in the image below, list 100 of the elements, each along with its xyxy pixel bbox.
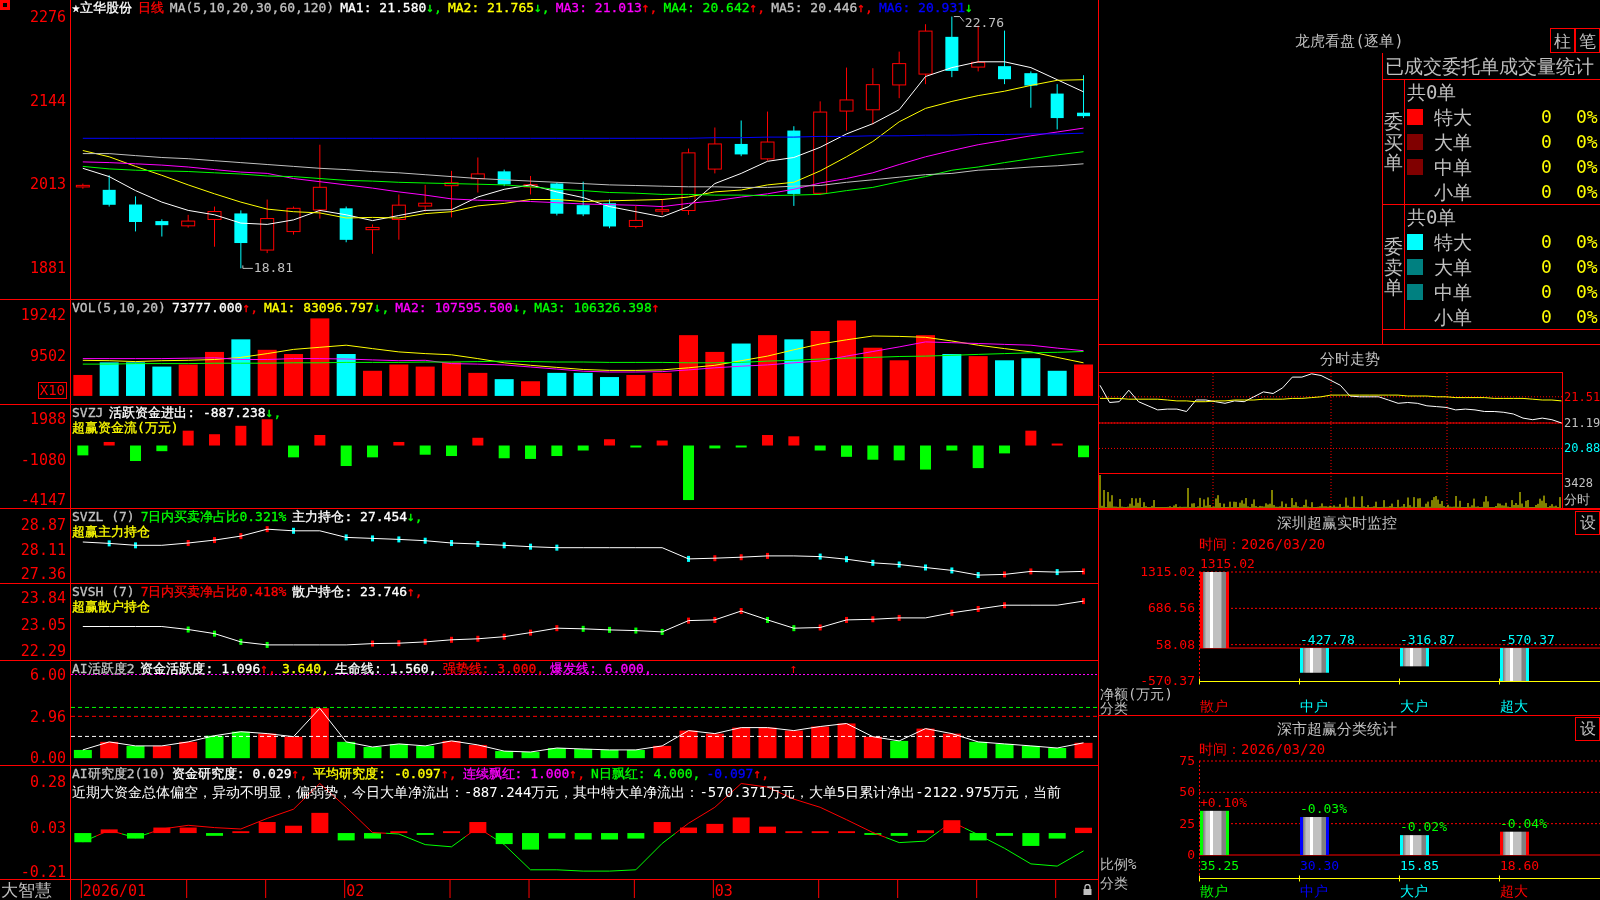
axis-label: -0.21 — [20, 863, 66, 880]
axis-label: 9502 — [29, 348, 66, 365]
indicator-label: 爆发线: 6.000, — [550, 661, 652, 676]
change-label: -0.02% — [1400, 819, 1447, 835]
axis-label: 28.87 — [20, 516, 66, 533]
indicator-label: 资金活跃度: 1.096 — [140, 661, 261, 676]
indicator-label: 生命线: 1.560, — [334, 661, 437, 676]
category-label: 散户 — [1200, 698, 1228, 714]
order-count: 0 — [1541, 305, 1552, 328]
indicator-label: 资金研究度: 0.029 — [171, 766, 292, 781]
indicator-label: 活跃资金进出: -887.238 — [109, 405, 266, 420]
axis-label: 2.96 — [29, 708, 66, 725]
category-label: 散户 — [1200, 883, 1228, 899]
order-share: 0% — [1576, 131, 1598, 153]
trend-arrow: ↓, — [373, 300, 390, 315]
indicator-label: MA3: 106326.398 — [534, 300, 652, 315]
axis-label: 2144 — [29, 92, 66, 109]
axis-label: 25 — [1179, 815, 1195, 832]
axis-label: 20.88 — [1564, 441, 1600, 456]
indicator-label: MA1: 21.580 — [340, 0, 427, 15]
order-size-label: 大单 — [1434, 256, 1472, 278]
trend-arrow: ↑, — [260, 661, 276, 676]
axis-label: -570.37 — [1140, 673, 1195, 688]
order-count: 0 — [1541, 131, 1552, 153]
change-label: -0.03% — [1300, 801, 1347, 816]
category-label: 超大 — [1500, 883, 1528, 899]
price-annotation: 22.76 — [964, 14, 1004, 30]
axis-label: 21.51 — [1564, 389, 1600, 404]
trend-arrow: ↑, — [291, 766, 308, 781]
axis-label: 28.11 — [20, 541, 66, 558]
indicator-caption: 超赢散户持仓 — [72, 599, 150, 614]
axis-label: 1988 — [29, 411, 66, 428]
price-annotation: 18.81 — [253, 260, 293, 276]
indicator-label: MA4: 20.642 — [663, 0, 750, 15]
indicator-label: N日飘红: 4.000, — [591, 766, 701, 781]
indicator-label: MA1: 83096.797 — [264, 300, 374, 315]
order-total: 共0单 — [1406, 206, 1457, 229]
axis-label: 0 — [1187, 847, 1195, 863]
order-count: 0 — [1541, 155, 1552, 178]
trend-arrow: ↑, — [242, 300, 259, 315]
order-share: 0% — [1576, 305, 1598, 328]
table-title: 已成交委托单成交量统计 — [1385, 55, 1594, 77]
panel-title: 分时走势 — [1319, 349, 1380, 368]
indicator-label: 3.640, — [281, 661, 329, 676]
indicator-label: AI研究度2(10) — [72, 766, 166, 781]
date-label: 2026/01 — [82, 883, 147, 899]
axis-label: 23.84 — [20, 590, 66, 606]
order-share: 0% — [1576, 180, 1598, 203]
indicator-label: MA2: 21.765 — [447, 0, 535, 15]
order-share: 0% — [1576, 231, 1598, 254]
indicator-label: 日线 — [137, 0, 164, 15]
order-count: 0 — [1541, 106, 1552, 129]
order-share: 0% — [1576, 256, 1598, 278]
indicator-label: -0.097 — [706, 766, 754, 781]
axis-label: -1080 — [20, 451, 66, 468]
order-count: 0 — [1541, 180, 1552, 203]
value-label: 30.30 — [1300, 858, 1340, 873]
trend-arrow: ↑, — [753, 766, 770, 781]
timestamp-label: 时间：2026/03/20 — [1199, 741, 1326, 757]
axis-label: 22.29 — [20, 643, 66, 660]
axis-label: 19242 — [20, 307, 66, 324]
trend-arrow: ↑, — [857, 0, 873, 15]
panel-title: 深市超赢分类统计 — [1277, 719, 1397, 738]
signal-marker: ↑ — [789, 661, 798, 676]
group-label: 委卖单 — [1384, 235, 1403, 299]
order-total: 共0单 — [1406, 81, 1457, 104]
trend-arrow: ↓, — [534, 0, 550, 15]
axis-label: 2013 — [29, 176, 66, 193]
app-name: 大智慧 — [1, 880, 52, 900]
indicator-label: AI活跃度2 — [72, 661, 135, 676]
order-count: 0 — [1541, 280, 1552, 303]
indicator-caption: 超赢主力持仓 — [72, 524, 150, 539]
category-label: 中户 — [1300, 698, 1328, 714]
indicator-label: 散户持仓: 23.746 — [292, 584, 408, 599]
order-size-label: 特大 — [1434, 231, 1472, 254]
value-label: 18.60 — [1500, 858, 1540, 873]
volume-label: 3428 — [1564, 476, 1593, 490]
axis-label: -4147 — [20, 492, 66, 508]
trend-arrow: ↓, — [426, 0, 442, 15]
indicator-label: ★立华股份 — [72, 0, 132, 15]
trend-arrow: ↓ — [965, 0, 973, 15]
indicator-label: 主力持仓: 27.454 — [292, 509, 408, 524]
value-label: 15.85 — [1400, 858, 1440, 873]
trend-arrow: ↑ — [651, 300, 660, 315]
change-label: +0.10% — [1200, 794, 1247, 810]
axis-title: 分类 — [1100, 701, 1128, 715]
category-label: 超大 — [1500, 698, 1528, 714]
category-label: 大户 — [1400, 698, 1428, 714]
axis-label: 0.00 — [29, 750, 66, 767]
order-count: 0 — [1541, 256, 1552, 278]
value-label: -570.37 — [1500, 632, 1555, 648]
value-label: 1315.02 — [1200, 556, 1255, 571]
order-share: 0% — [1576, 155, 1598, 178]
order-size-label: 大单 — [1434, 131, 1472, 153]
indicator-label: MA(5,10,20,30,60,120) — [169, 0, 335, 15]
axis-label: 21.19 — [1564, 416, 1600, 430]
axis-label: 1315.02 — [1140, 564, 1195, 580]
indicator-label: SVZL (7) — [72, 509, 135, 524]
indicator-label: 平均研究度: -0.097 — [313, 766, 441, 781]
trend-arrow: ↓, — [407, 509, 423, 524]
